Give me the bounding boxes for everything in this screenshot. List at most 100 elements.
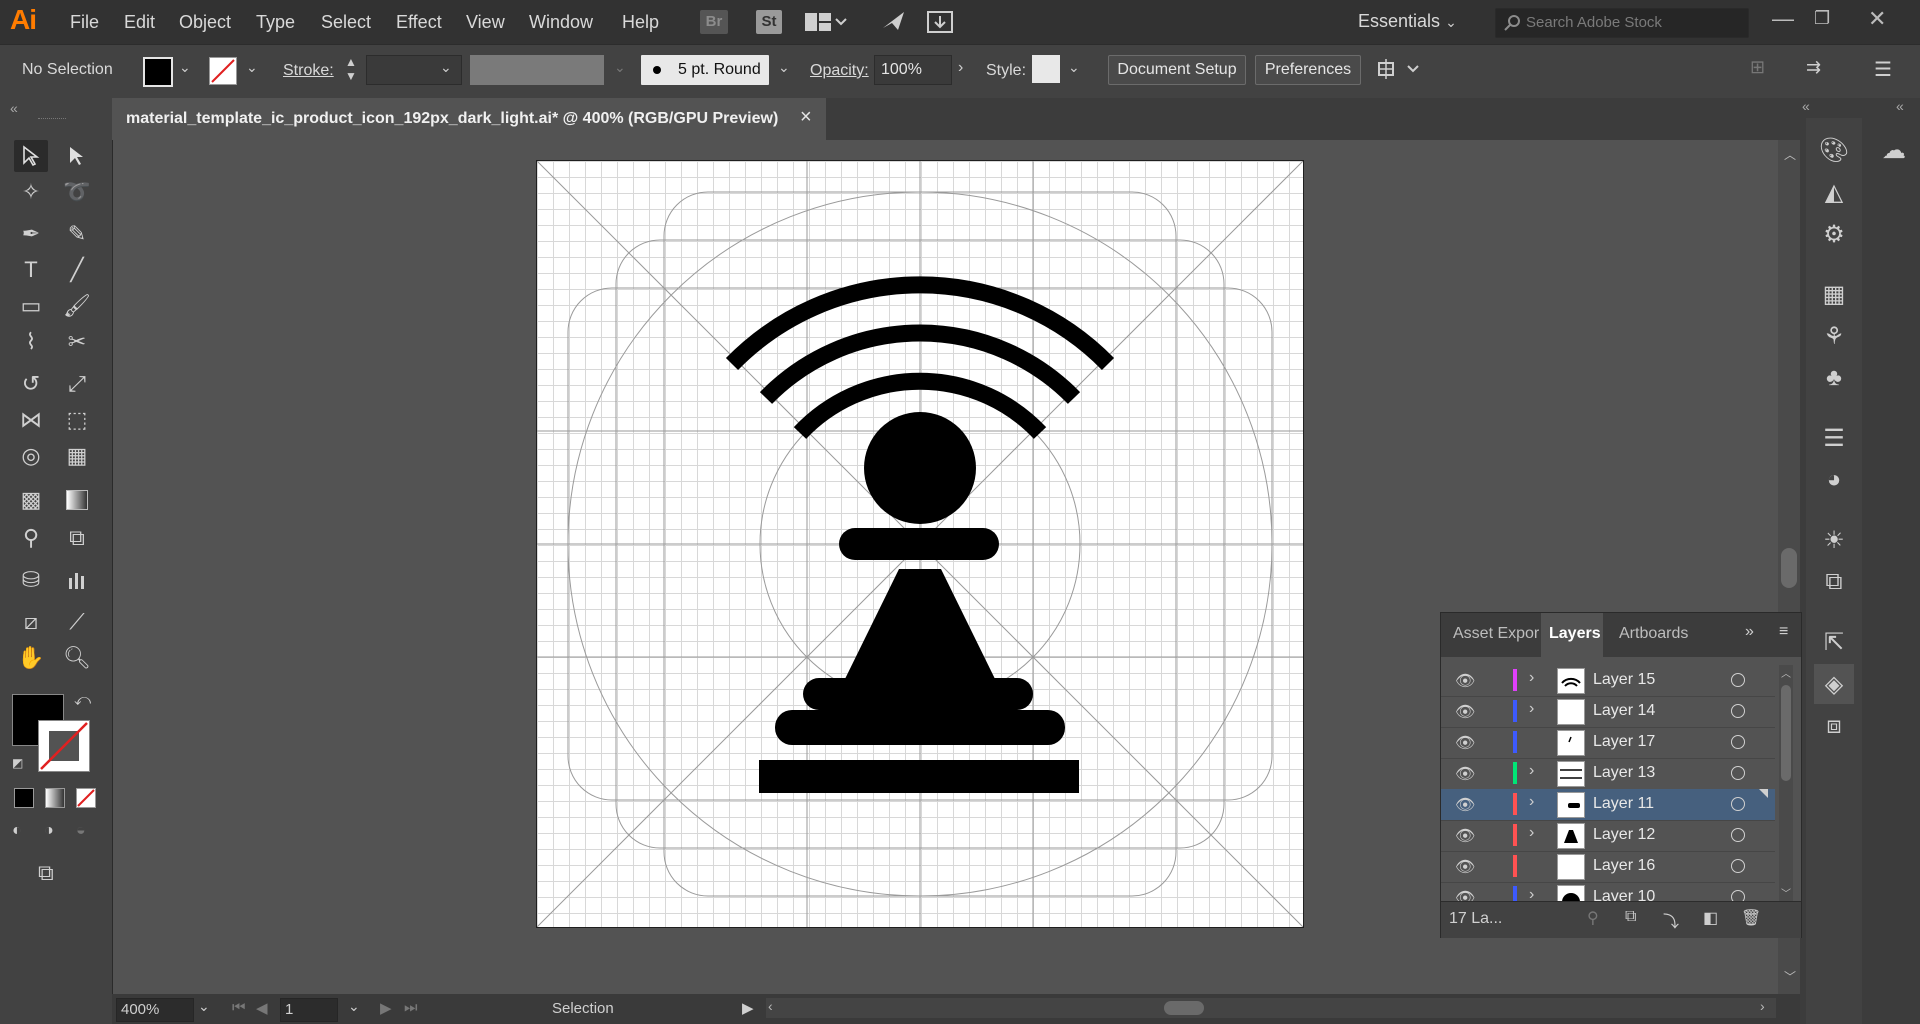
- arrange-documents-icon[interactable]: [804, 10, 848, 39]
- target-icon[interactable]: [1731, 797, 1745, 811]
- symbols-icon[interactable]: ♣: [1814, 358, 1854, 398]
- scroll-up-icon[interactable]: ︿: [1781, 665, 1791, 680]
- shape-builder-tool-icon[interactable]: ◎: [14, 440, 48, 472]
- eye-icon[interactable]: 👁︎: [1455, 702, 1475, 722]
- eye-icon[interactable]: 👁︎: [1455, 764, 1475, 784]
- menu-object[interactable]: Object: [179, 12, 231, 33]
- target-icon[interactable]: [1731, 704, 1745, 718]
- artboard-tool-icon[interactable]: ⧄: [14, 606, 48, 638]
- menu-file[interactable]: File: [70, 12, 99, 33]
- libraries-icon[interactable]: ☁: [1874, 130, 1914, 170]
- column-graph-tool-icon[interactable]: [60, 564, 94, 596]
- chevron-right-icon[interactable]: ›: [1529, 824, 1534, 842]
- eye-icon[interactable]: 👁︎: [1455, 671, 1475, 691]
- layer-name[interactable]: Layer 14: [1593, 702, 1655, 720]
- tab-asset-export[interactable]: Asset Expor: [1453, 625, 1539, 643]
- line-segment-tool-icon[interactable]: ╱: [60, 254, 94, 286]
- target-icon[interactable]: [1731, 828, 1745, 842]
- menu-window[interactable]: Window: [529, 12, 593, 33]
- artboard-number-field[interactable]: 1: [280, 998, 338, 1022]
- eyedropper-tool-icon[interactable]: ⚲: [14, 522, 48, 554]
- collapse-dock-icon[interactable]: «: [1802, 98, 1810, 114]
- menu-edit[interactable]: Edit: [124, 12, 155, 33]
- search-stock-field[interactable]: Search Adobe Stock: [1495, 8, 1749, 38]
- gradient-mode-icon[interactable]: [45, 788, 65, 808]
- make-clipping-mask-icon[interactable]: ⧉: [1625, 908, 1636, 926]
- swatches-icon[interactable]: ▦: [1814, 274, 1854, 314]
- previous-artboard-icon[interactable]: ◀: [256, 999, 268, 1017]
- panel-menu-icon[interactable]: ☰: [1874, 57, 1892, 82]
- artboard-dropdown-icon[interactable]: ⌄: [348, 998, 360, 1015]
- collapse-libraries-icon[interactable]: «: [1896, 98, 1904, 114]
- scroll-down-icon[interactable]: ﹀: [1781, 885, 1791, 900]
- selection-tool-icon[interactable]: [14, 140, 48, 172]
- chevron-right-icon[interactable]: ›: [1529, 669, 1534, 687]
- screen-mode-icon[interactable]: ⧉: [38, 860, 54, 886]
- perspective-grid-tool-icon[interactable]: ▦: [60, 440, 94, 472]
- layer-row[interactable]: 👁︎ Layer 17: [1441, 727, 1775, 759]
- new-layer-icon[interactable]: ◧: [1703, 908, 1718, 928]
- arrange-icon[interactable]: ⇉: [1806, 57, 1821, 78]
- draw-behind-icon[interactable]: ◑: [44, 822, 54, 840]
- locate-object-icon[interactable]: ⚲: [1587, 908, 1599, 928]
- mesh-tool-icon[interactable]: ▩: [14, 484, 48, 516]
- eye-icon[interactable]: 👁︎: [1455, 826, 1475, 846]
- stroke-swatch-dropdown-icon[interactable]: ⌄: [246, 59, 258, 76]
- fill-swatch[interactable]: [143, 57, 173, 87]
- layer-row[interactable]: 👁︎ › Layer 10: [1441, 882, 1775, 901]
- layer-name[interactable]: Layer 12: [1593, 826, 1655, 844]
- draw-inside-icon[interactable]: ◒: [76, 822, 86, 840]
- menu-select[interactable]: Select: [321, 12, 371, 33]
- stroke-weight-stepper[interactable]: ▲ ▼: [345, 55, 357, 83]
- target-icon[interactable]: [1731, 890, 1745, 901]
- next-artboard-icon[interactable]: ▶: [380, 999, 392, 1017]
- align-objects-icon[interactable]: [1376, 57, 1424, 86]
- style-dropdown-icon[interactable]: ⌄: [1068, 59, 1080, 76]
- target-icon[interactable]: [1731, 735, 1745, 749]
- stroke-swatch[interactable]: [209, 57, 237, 85]
- profile-dropdown-icon[interactable]: ⌄: [614, 59, 626, 76]
- minimize-icon[interactable]: —: [1772, 6, 1794, 32]
- layer-name[interactable]: Layer 13: [1593, 764, 1655, 782]
- chevron-right-icon[interactable]: ›: [1529, 886, 1534, 901]
- tab-artboards[interactable]: Artboards: [1619, 625, 1688, 643]
- pen-tool-icon[interactable]: ✒: [14, 218, 48, 250]
- document-tab[interactable]: material_template_ic_product_icon_192px_…: [112, 98, 826, 140]
- opacity-field[interactable]: 100%: [874, 55, 952, 85]
- scroll-thumb[interactable]: [1781, 548, 1797, 588]
- eye-icon[interactable]: 👁︎: [1455, 795, 1475, 815]
- layer-name[interactable]: Layer 16: [1593, 857, 1655, 875]
- first-artboard-icon[interactable]: ⏮: [232, 999, 246, 1016]
- blend-tool-icon[interactable]: ⧉: [60, 522, 94, 554]
- scroll-up-icon[interactable]: ︿: [1784, 146, 1796, 163]
- eye-icon[interactable]: 👁︎: [1455, 857, 1475, 877]
- layer-row[interactable]: 👁︎ Layer 16: [1441, 851, 1775, 883]
- free-transform-tool-icon[interactable]: ⬚: [60, 404, 94, 436]
- gpu-performance-icon[interactable]: [880, 8, 908, 39]
- hand-tool-icon[interactable]: ✋: [14, 642, 48, 674]
- new-sublayer-icon[interactable]: ⤵: [1663, 908, 1679, 932]
- default-colors-icon[interactable]: ◩: [12, 756, 23, 770]
- chevron-right-icon[interactable]: ›: [1529, 700, 1534, 718]
- zoom-field[interactable]: 400%: [116, 998, 194, 1022]
- layer-name[interactable]: Layer 10: [1593, 888, 1655, 901]
- graphic-styles-icon[interactable]: ☀: [1814, 520, 1854, 560]
- target-icon[interactable]: [1731, 766, 1745, 780]
- layer-name[interactable]: Layer 17: [1593, 733, 1655, 751]
- paintbrush-tool-icon[interactable]: 🖌: [60, 290, 94, 322]
- layer-name[interactable]: Layer 11: [1593, 795, 1654, 813]
- close-icon[interactable]: ✕: [1868, 6, 1886, 32]
- draw-normal-icon[interactable]: ◐: [12, 822, 22, 840]
- opacity-label[interactable]: Opacity:: [810, 62, 869, 80]
- pathfinder-icon[interactable]: ⧈: [1814, 706, 1854, 746]
- layers-scroll-thumb[interactable]: [1781, 685, 1791, 781]
- width-tool-icon[interactable]: ⋈: [14, 404, 48, 436]
- symbol-sprayer-tool-icon[interactable]: ⛁: [14, 564, 48, 596]
- brushes-icon[interactable]: ⚘: [1814, 316, 1854, 356]
- zoom-tool-icon[interactable]: 🔍︎: [60, 642, 94, 674]
- color-mode-icon[interactable]: [14, 788, 34, 808]
- slice-tool-icon[interactable]: ⟋: [60, 606, 94, 638]
- color-guide-icon[interactable]: ◭: [1814, 172, 1854, 212]
- graphic-style-swatch[interactable]: [1032, 55, 1060, 83]
- menu-type[interactable]: Type: [256, 12, 295, 33]
